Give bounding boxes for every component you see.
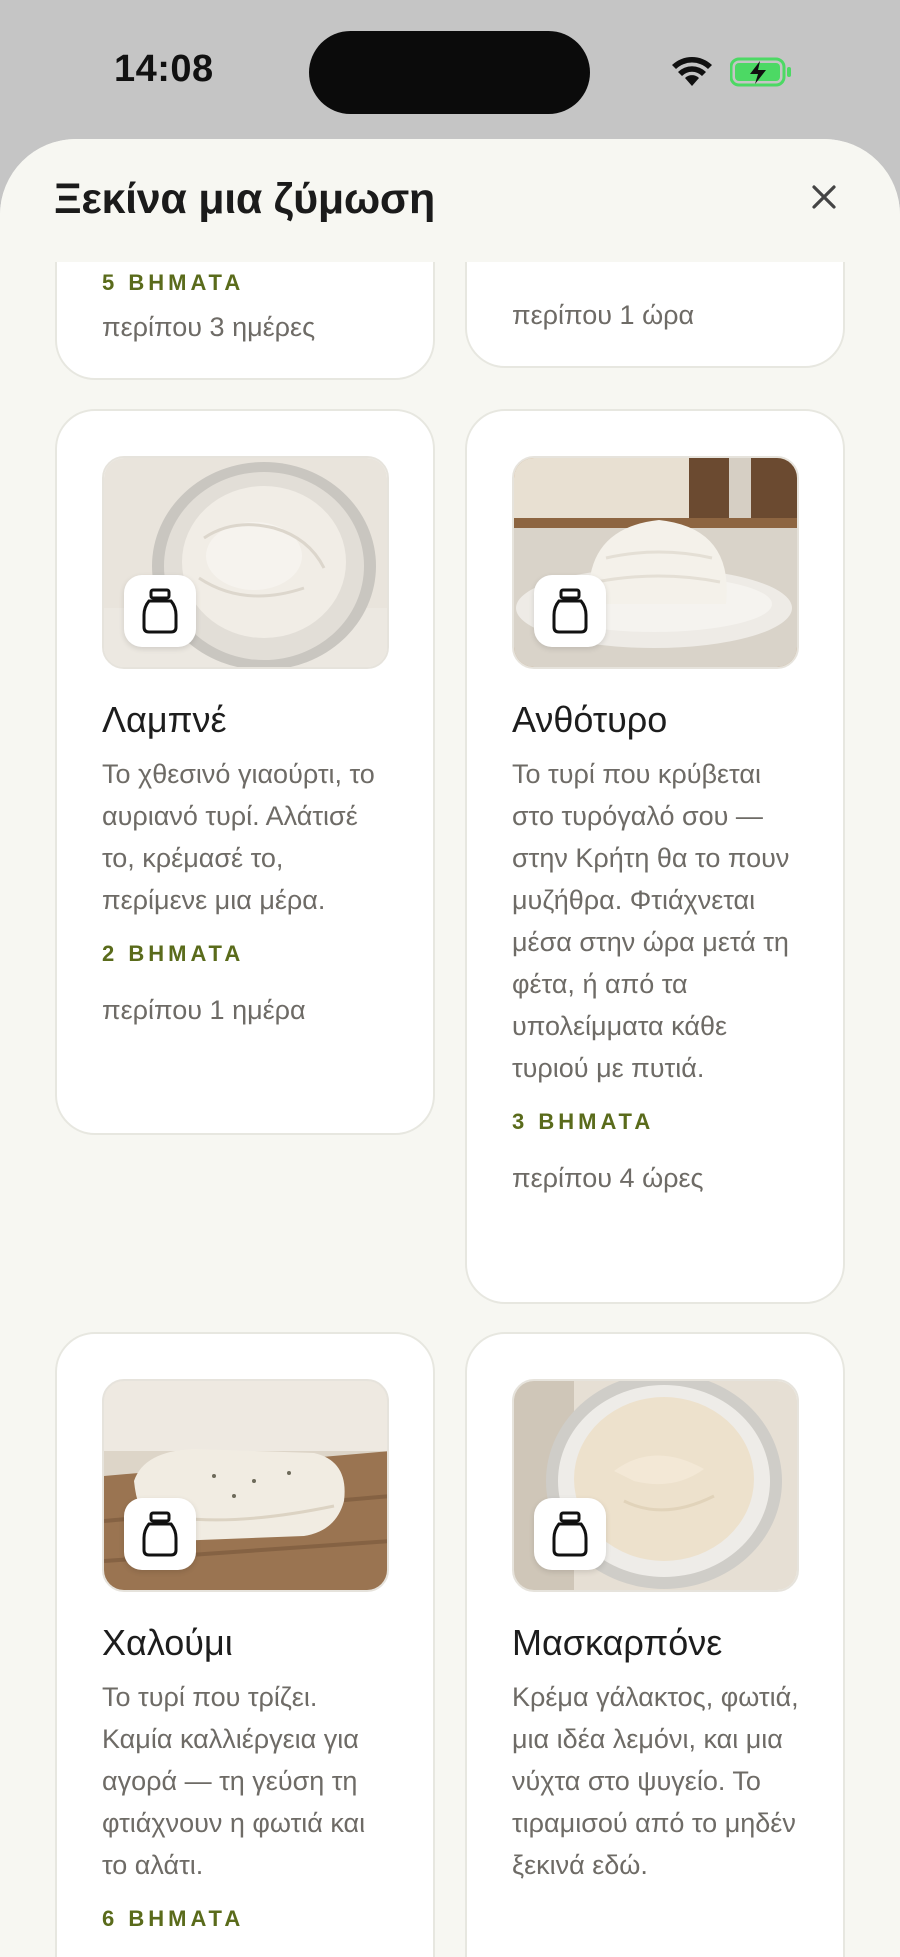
recipe-card-partial-right[interactable]: περίπου 1 ώρα <box>465 262 845 368</box>
jar-badge <box>534 1498 606 1570</box>
card-steps: 5 ΒΗΜΑΤΑ <box>102 270 245 295</box>
close-icon[interactable] <box>800 173 848 221</box>
card-description: Το χθεσινό γιαούρτι, το αυριανό τυρί. Αλ… <box>102 759 375 915</box>
sheet-title: Ξεκίνα μια ζύμωση <box>54 175 435 223</box>
recipe-grid[interactable]: 5 ΒΗΜΑΤΑ περίπου 3 ημέρες περίπου 1 ώρα <box>0 262 900 1957</box>
wifi-icon <box>672 57 712 86</box>
card-time: περίπου 1 ημέρα <box>102 995 306 1025</box>
recipe-card-anthotyro[interactable]: Ανθότυρο Το τυρί που κρύβεται στο τυρόγα… <box>465 409 845 1304</box>
jar-badge <box>124 1498 196 1570</box>
card-description: Το τυρί που τρίζει. Καμία καλλιέργεια γι… <box>102 1682 366 1880</box>
start-fermentation-sheet: Ξεκίνα μια ζύμωση 5 ΒΗΜΑΤΑ περίπου 3 ημέ… <box>0 139 900 1957</box>
status-time: 14:08 <box>114 48 214 90</box>
labneh-image <box>102 456 389 669</box>
recipe-card-partial-left[interactable]: 5 ΒΗΜΑΤΑ περίπου 3 ημέρες <box>55 262 435 380</box>
jar-icon <box>552 588 588 634</box>
card-description: Κρέμα γάλακτος, φωτιά, μια ιδέα λεμόνι, … <box>512 1682 799 1880</box>
anthotyro-image <box>512 456 799 669</box>
recipe-card-labneh[interactable]: Λαμπνέ Το χθεσινό γιαούρτι, το αυριανό τ… <box>55 409 435 1135</box>
dynamic-island <box>309 31 590 114</box>
card-time: περίπου 3 ημέρες <box>102 312 316 342</box>
mascarpone-image <box>512 1379 799 1592</box>
card-title: Ανθότυρο <box>512 699 668 740</box>
card-time: περίπου 1 ώρα <box>512 300 695 330</box>
card-steps: 2 ΒΗΜΑΤΑ <box>102 941 245 966</box>
card-time: περίπου 4 ώρες <box>512 1163 704 1193</box>
halloumi-image <box>102 1379 389 1592</box>
card-steps: 3 ΒΗΜΑΤΑ <box>512 1109 655 1134</box>
recipe-card-halloumi[interactable]: Χαλούμι Το τυρί που τρίζει. Καμία καλλιέ… <box>55 1332 435 1957</box>
card-title: Χαλούμι <box>102 1622 233 1663</box>
battery-charging-icon <box>730 57 791 87</box>
jar-icon <box>552 1511 588 1557</box>
jar-icon <box>142 1511 178 1557</box>
card-title: Λαμπνέ <box>102 699 227 740</box>
jar-badge <box>534 575 606 647</box>
card-steps: 6 ΒΗΜΑΤΑ <box>102 1906 245 1931</box>
jar-icon <box>142 588 178 634</box>
card-description: Το τυρί που κρύβεται στο τυρόγαλό σου — … <box>512 759 790 1083</box>
card-title: Μασκαρπόνε <box>512 1622 723 1663</box>
recipe-card-mascarpone[interactable]: Μασκαρπόνε Κρέμα γάλακτος, φωτιά, μια ιδ… <box>465 1332 845 1957</box>
jar-badge <box>124 575 196 647</box>
sheet-header: Ξεκίνα μια ζύμωση <box>0 139 900 262</box>
